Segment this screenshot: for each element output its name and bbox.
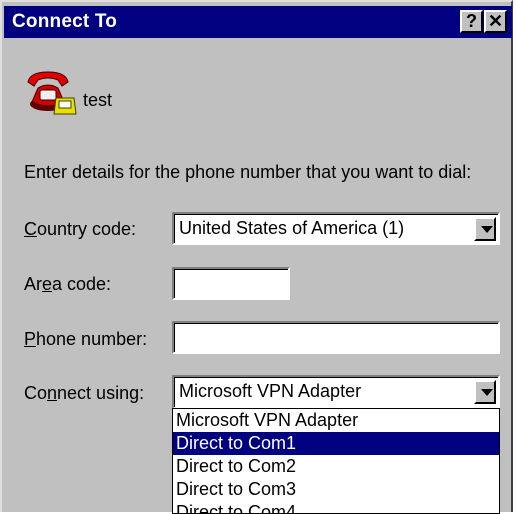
dropdown-option[interactable]: Direct to Com4	[173, 501, 499, 513]
country-code-dropdown-button[interactable]	[474, 217, 496, 241]
window-title: Connect To	[12, 11, 118, 32]
connect-using-dropdown-button[interactable]	[474, 380, 496, 404]
phone-number-label: Phone number:	[24, 329, 148, 349]
dropdown-option-highlighted[interactable]: Direct to Com1	[173, 432, 499, 455]
title-bar[interactable]: Connect To ? ✕	[4, 6, 512, 38]
instructions-text: Enter details for the phone number that …	[24, 162, 472, 182]
country-code-select[interactable]: United States of America (1)	[172, 212, 500, 245]
area-code-label: Area code:	[24, 274, 112, 294]
connection-name: test	[83, 90, 113, 110]
chevron-down-icon	[481, 226, 493, 233]
connect-using-label: Connect using:	[24, 383, 145, 403]
connect-using-value: Microsoft VPN Adapter	[179, 381, 362, 401]
chevron-down-icon	[481, 389, 493, 396]
dropdown-option[interactable]: Direct to Com3	[173, 478, 499, 501]
connect-using-dropdown-list[interactable]: Microsoft VPN Adapter Direct to Com1 Dir…	[172, 408, 500, 514]
close-button[interactable]: ✕	[484, 10, 507, 33]
country-code-label: Country code:	[24, 219, 137, 239]
connect-using-select[interactable]: Microsoft VPN Adapter	[172, 375, 500, 409]
dropdown-option[interactable]: Microsoft VPN Adapter	[173, 409, 499, 432]
telephone-icon	[26, 68, 78, 116]
area-code-input[interactable]	[172, 267, 290, 300]
help-button[interactable]: ?	[460, 10, 483, 33]
phone-number-input[interactable]	[172, 321, 500, 354]
dropdown-option[interactable]: Direct to Com2	[173, 455, 499, 478]
country-code-value: United States of America (1)	[179, 218, 405, 238]
connect-to-dialog: Connect To ? ✕ test Enter details for th…	[0, 0, 513, 514]
